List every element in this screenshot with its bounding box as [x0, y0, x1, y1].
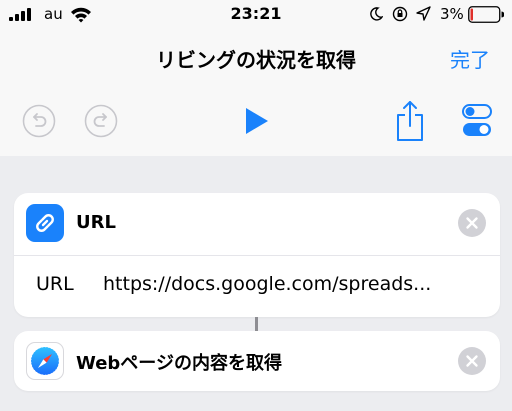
editor-toolbar [0, 96, 512, 152]
url-field-label: URL [36, 273, 74, 295]
status-bar: au 23:21 3% [0, 0, 512, 30]
undo-icon[interactable] [22, 104, 56, 138]
card-divider [14, 255, 500, 256]
location-arrow-icon [416, 6, 431, 21]
status-time: 23:21 [230, 4, 282, 23]
remove-action-button[interactable] [458, 347, 486, 375]
get-web-contents-action-card[interactable]: Webページの内容を取得 [14, 331, 500, 391]
link-icon [26, 204, 64, 242]
rotation-lock-icon [392, 6, 408, 22]
share-icon[interactable] [396, 100, 424, 142]
settings-toggle-icon[interactable] [462, 103, 492, 139]
card-header: URL [14, 193, 500, 255]
navigation-bar: リビングの状況を取得 完了 [0, 30, 512, 85]
done-button[interactable]: 完了 [450, 44, 490, 73]
url-action-card[interactable]: URL URL https://docs.google.com/spreads.… [14, 193, 500, 317]
page-title: リビングの状況を取得 [156, 48, 356, 72]
action-title: URL [76, 212, 116, 233]
close-icon [466, 355, 478, 367]
battery-icon [468, 6, 504, 23]
action-title: Webページの内容を取得 [76, 353, 282, 374]
url-field-value[interactable]: https://docs.google.com/spreads... [103, 273, 483, 295]
close-icon [466, 217, 478, 229]
redo-icon[interactable] [84, 104, 118, 138]
action-connector-line [255, 317, 258, 331]
play-icon[interactable] [241, 106, 271, 136]
safari-compass-icon [26, 342, 64, 380]
do-not-disturb-moon-icon [370, 7, 383, 21]
battery-percent: 3% [440, 5, 464, 23]
card-header: Webページの内容を取得 [14, 331, 500, 391]
remove-action-button[interactable] [458, 209, 486, 237]
